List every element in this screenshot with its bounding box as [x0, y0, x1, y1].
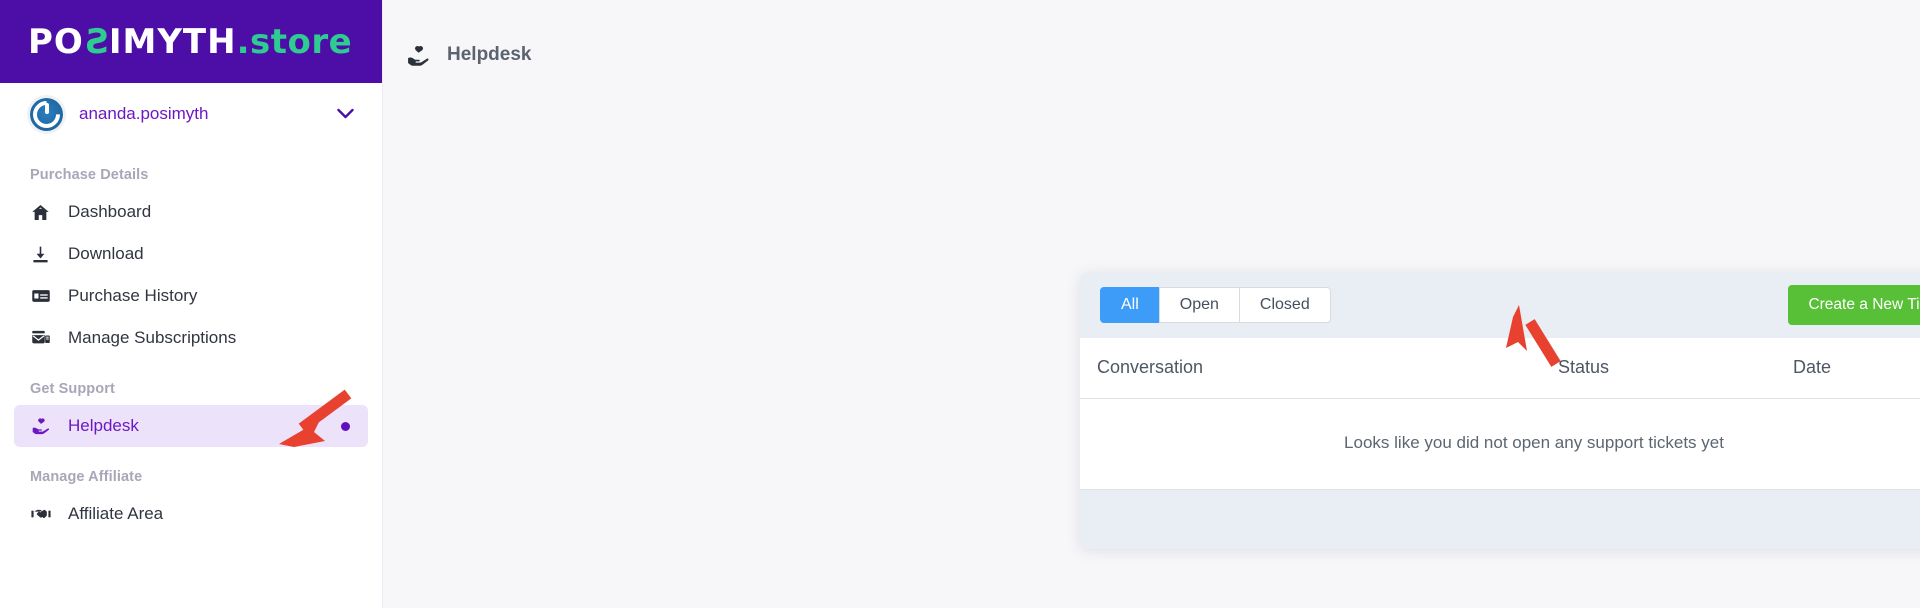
- brand-s-glyph: S: [83, 21, 109, 62]
- sidebar-item-download[interactable]: Download: [14, 233, 368, 275]
- avatar: [30, 97, 63, 131]
- tickets-card-header: All Open Closed Create a New Ticket: [1080, 272, 1920, 338]
- app-root: PO S IMYTH .store ananda.posimyth Purchase …: [0, 0, 1920, 608]
- column-header-conversation: Conversation: [1080, 338, 1558, 399]
- ticket-filter-tabs: All Open Closed: [1100, 287, 1331, 323]
- download-icon: [30, 244, 51, 265]
- sidebar-item-label: Purchase History: [68, 286, 198, 305]
- hand-heart-icon: [405, 42, 431, 68]
- table-row-empty: Looks like you did not open any support …: [1080, 398, 1920, 490]
- sidebar-item-label: Helpdesk: [68, 416, 139, 435]
- home-icon: [30, 202, 51, 223]
- tickets-card-footer: [1080, 490, 1920, 549]
- chevron-down-icon[interactable]: [337, 107, 354, 122]
- handshake-icon: [30, 504, 51, 525]
- tickets-table-body: Looks like you did not open any support …: [1080, 398, 1920, 490]
- sidebar-item-manage-subscriptions[interactable]: Manage Subscriptions: [14, 317, 368, 359]
- brand-bar: PO S IMYTH .store: [0, 0, 382, 83]
- sidebar-item-label: Affiliate Area: [68, 504, 164, 523]
- column-header-date: Date: [1793, 338, 1920, 399]
- tab-all[interactable]: All: [1100, 287, 1160, 323]
- sidebar-item-label: Download: [68, 244, 144, 263]
- page-title: Helpdesk: [447, 44, 532, 65]
- nav-heading-purchase-details: Purchase Details: [30, 167, 149, 183]
- sidebar-item-label: Dashboard: [68, 202, 152, 221]
- brand-name-primary: PO: [28, 21, 84, 62]
- tab-open[interactable]: Open: [1158, 287, 1240, 323]
- nav-heading-manage-affiliate: Manage Affiliate: [30, 469, 143, 485]
- tickets-table: Conversation Status Date Looks like you …: [1080, 338, 1920, 490]
- sidebar-item-affiliate-area[interactable]: Affiliate Area: [14, 493, 368, 535]
- empty-state-message: Looks like you did not open any support …: [1080, 398, 1920, 490]
- credit-card-icon: [30, 286, 51, 307]
- sidebar-item-dashboard[interactable]: Dashboard: [14, 191, 368, 233]
- tab-closed[interactable]: Closed: [1238, 287, 1331, 323]
- subscription-icon: [30, 328, 51, 349]
- chevron-down-svg: [337, 108, 354, 118]
- sidebar-item-label: Manage Subscriptions: [68, 328, 237, 347]
- account-switcher[interactable]: ananda.posimyth: [0, 83, 382, 145]
- sidebar: PO S IMYTH .store ananda.posimyth Purchase …: [0, 0, 383, 608]
- nav-heading-get-support: Get Support: [30, 381, 115, 397]
- main-content: Helpdesk All Open Closed Create a New Ti…: [383, 0, 1920, 608]
- brand-name-accent: .store: [236, 21, 353, 62]
- table-header-row: Conversation Status Date: [1080, 338, 1920, 399]
- tickets-table-head: Conversation Status Date: [1080, 338, 1920, 399]
- column-header-status: Status: [1558, 338, 1793, 399]
- hand-heart-icon: [30, 416, 51, 437]
- tickets-card: All Open Closed Create a New Ticket Conv…: [1080, 272, 1920, 549]
- page-header: Helpdesk: [383, 0, 1920, 68]
- helpdesk-notification-dot: [341, 421, 350, 431]
- create-new-ticket-button[interactable]: Create a New Ticket: [1788, 285, 1920, 325]
- sidebar-item-helpdesk[interactable]: Helpdesk: [14, 405, 368, 447]
- account-name: ananda.posimyth: [79, 104, 209, 123]
- brand-logo[interactable]: PO S IMYTH .store: [28, 21, 353, 62]
- sidebar-item-purchase-history[interactable]: Purchase History: [14, 275, 368, 317]
- brand-name-primary-2: IMYTH: [108, 21, 237, 62]
